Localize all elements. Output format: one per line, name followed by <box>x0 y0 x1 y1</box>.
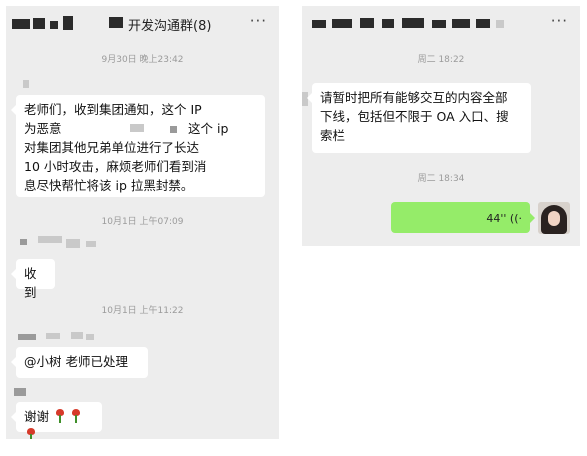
message-line: 10 小时攻击，麻烦老师们看到消 <box>24 159 207 174</box>
redacted-name <box>476 19 490 28</box>
redacted-name <box>432 20 446 28</box>
timestamp: 周二 18:34 <box>417 174 465 184</box>
redacted-sender <box>23 80 29 88</box>
right-chat-panel: ··· 周二 18:22 请暂时把所有能够交互的内容全部 下线，包括但不限于 O… <box>302 6 580 246</box>
message-line: 老师们，收到集团通知，这个 IP <box>24 102 202 117</box>
timestamp: 10月1日 上午11:22 <box>101 306 184 316</box>
redacted-name <box>63 16 73 30</box>
redacted-sender <box>66 239 80 248</box>
redacted-sender <box>71 332 83 339</box>
redacted-sender <box>38 236 62 243</box>
more-icon[interactable]: ··· <box>250 12 267 30</box>
redacted-name <box>312 20 326 28</box>
rose-icon <box>55 409 65 423</box>
redacted-sender <box>46 333 60 339</box>
timestamp: 10月1日 上午07:09 <box>101 217 184 227</box>
message-line: 下线，包括但不限于 OA 入口、搜 <box>320 109 509 124</box>
redacted-sender <box>14 388 26 396</box>
message-bubble[interactable]: 老师们，收到集团通知，这个 IP 为恶意 这个 ip 对集团其他兄弟单位进行了长… <box>11 95 265 197</box>
chat-title[interactable]: 开发沟通群(8) <box>128 15 211 34</box>
message-line: 索栏 <box>320 128 346 143</box>
message-bubble[interactable]: @小树 老师已处理 <box>11 347 148 378</box>
redacted-sender <box>86 241 96 247</box>
redacted-name <box>382 19 394 28</box>
message-line: 请暂时把所有能够交互的内容全部 <box>320 90 508 105</box>
redacted-name <box>50 21 58 29</box>
redacted-name <box>12 19 30 29</box>
avatar[interactable] <box>538 202 570 234</box>
rose-icon <box>26 428 36 439</box>
rose-icon <box>71 409 81 423</box>
redacted-sender <box>86 334 94 340</box>
more-icon[interactable]: ··· <box>551 12 568 30</box>
redacted-name <box>496 20 504 28</box>
redacted-name <box>109 17 123 28</box>
message-line: 为恶意 这个 ip <box>24 121 229 136</box>
message-line: 对集团其他兄弟单位进行了长达 <box>24 140 200 155</box>
voice-message-bubble[interactable]: 44'' ((· <box>391 202 535 233</box>
message-line: 息尽快帮忙将该 ip 拉黑封禁。 <box>24 178 194 193</box>
message-bubble[interactable]: 请暂时把所有能够交互的内容全部 下线，包括但不限于 OA 入口、搜 索栏 <box>307 83 531 153</box>
chat-header: ··· <box>302 6 580 40</box>
voice-wave-icon: 44'' ((· <box>486 212 522 225</box>
redacted-name <box>402 18 424 28</box>
redacted-name <box>360 18 374 28</box>
timestamp: 9月30日 晚上23:42 <box>101 55 184 65</box>
redacted-name <box>33 18 45 29</box>
timestamp: 周二 18:22 <box>417 55 465 65</box>
redacted-sender <box>18 334 36 340</box>
redacted-name <box>452 19 470 28</box>
redacted-sender <box>20 239 27 245</box>
chat-header: 开发沟通群(8) ··· <box>6 6 279 40</box>
message-bubble[interactable]: 收到 <box>11 259 55 300</box>
redacted-name <box>332 19 352 28</box>
left-chat-panel: 开发沟通群(8) ··· 9月30日 晚上23:42 老师们，收到集团通知，这个… <box>6 6 279 439</box>
message-bubble[interactable]: 谢谢 <box>11 402 102 439</box>
